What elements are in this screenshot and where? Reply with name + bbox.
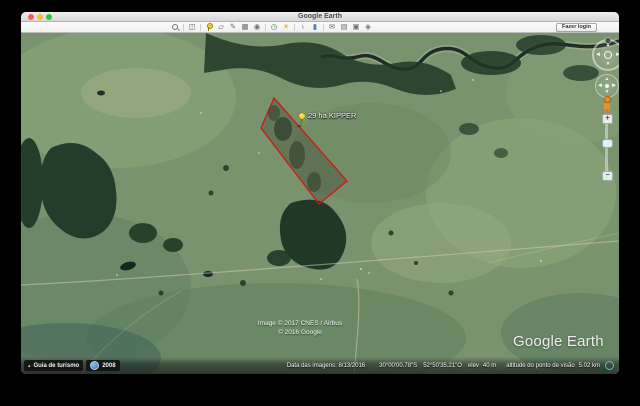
move-right-arrow[interactable]: ▶ (612, 84, 616, 89)
time-slider-pill[interactable]: 2008 (86, 360, 119, 371)
add-image-overlay-icon[interactable]: ▦ (239, 22, 251, 32)
status-bar: ▴ Guia de turismo 2008 Data das imagens:… (21, 357, 619, 374)
window-title: Google Earth (21, 12, 619, 22)
eye-altitude-value: 5.02 km (579, 363, 600, 369)
add-polygon-icon[interactable]: ▱ (215, 22, 227, 32)
elevation-label: elev (468, 363, 479, 369)
toggle-sidebar-icon[interactable]: ◫ (186, 22, 198, 32)
move-up-arrow[interactable]: ▲ (605, 77, 610, 82)
status-left-group: ▴ Guia de turismo 2008 (24, 360, 120, 371)
save-image-icon[interactable]: ▣ (350, 22, 362, 32)
look-down-arrow[interactable]: ▼ (606, 62, 611, 67)
look-center-eye[interactable] (604, 51, 612, 59)
placemark-label[interactable]: 29 ha KIPPER (308, 111, 356, 120)
streaming-indicator-icon (605, 361, 614, 370)
move-down-arrow[interactable]: ▼ (605, 90, 610, 95)
toolbar-separator (323, 24, 324, 31)
google-earth-watermark: Google Earth (513, 333, 604, 350)
close-button[interactable] (28, 14, 34, 20)
toolbar-separator (200, 24, 201, 31)
latitude-readout: 30°00'00.78"S (379, 363, 417, 369)
zoom-out-button[interactable]: − (602, 171, 613, 181)
fullscreen-button[interactable] (46, 14, 52, 20)
longitude-readout: 52°50'35.21"O (423, 363, 462, 369)
historical-clock-icon[interactable] (90, 361, 99, 370)
tour-guide-label: Guia de turismo (34, 363, 80, 369)
zoom-in-button[interactable]: + (602, 114, 613, 124)
add-placemark-icon[interactable] (203, 22, 215, 32)
switch-planets-icon[interactable]: ♄ (297, 22, 309, 32)
imagery-copyright: Image © 2017 CNES / Airbus © 2016 Google (240, 319, 360, 337)
map-viewport[interactable]: 29 ha KIPPER Image © 2017 CNES / Airbus … (21, 33, 619, 374)
copyright-line-2: © 2016 Google (240, 328, 360, 337)
imagery-date: Data das imagens: 8/13/2016 (287, 363, 365, 369)
print-icon[interactable]: ▤ (338, 22, 350, 32)
elevation-value: 40 m (483, 363, 496, 369)
toolbar-icons: ◫ ▱ ✎ ▦ ◉ ◷ ☀ ♄ ▮ ✉ ▤ ▣ ◈ (169, 22, 374, 32)
status-right-group: Data das imagens: 8/13/2016 30°00'00.78"… (287, 357, 614, 374)
move-joystick[interactable]: ▲ ▼ ◀ ▶ (595, 74, 619, 98)
search-icon[interactable] (169, 22, 181, 32)
sunlight-icon[interactable]: ☀ (280, 22, 292, 32)
window-controls (28, 14, 52, 20)
toolbar: ◫ ▱ ✎ ▦ ◉ ◷ ☀ ♄ ▮ ✉ ▤ ▣ ◈ Fazer login (21, 22, 619, 33)
pegman-legs (604, 109, 610, 113)
view-in-maps-icon[interactable]: ◈ (362, 22, 374, 32)
add-path-icon[interactable]: ✎ (227, 22, 239, 32)
expand-icon[interactable]: ▴ (28, 363, 31, 369)
look-joystick[interactable]: ▲ ▼ ◀ ▶ (592, 39, 619, 71)
historical-imagery-icon[interactable]: ◷ (268, 22, 280, 32)
toolbar-separator (265, 24, 266, 31)
look-right-arrow[interactable]: ▶ (616, 53, 619, 58)
ruler-icon[interactable]: ▮ (309, 22, 321, 32)
email-icon[interactable]: ✉ (326, 22, 338, 32)
pegman-head (604, 96, 611, 103)
google-earth-window: Google Earth ◫ ▱ ✎ ▦ ◉ ◷ ☀ ♄ ▮ ✉ (21, 12, 619, 374)
record-tour-icon[interactable]: ◉ (251, 22, 263, 32)
screenshot-background: Google Earth ◫ ▱ ✎ ▦ ◉ ◷ ☀ ♄ ▮ ✉ (0, 0, 640, 406)
titlebar[interactable]: Google Earth (21, 12, 619, 22)
look-left-arrow[interactable]: ◀ (596, 53, 600, 58)
toolbar-separator (294, 24, 295, 31)
eye-altitude-label: altitude do ponto de visão (506, 363, 574, 369)
tour-guide-toggle[interactable]: ▴ Guia de turismo (24, 360, 83, 371)
zoom-slider-thumb[interactable] (602, 139, 613, 148)
imagery-year: 2008 (102, 363, 115, 369)
look-up-arrow[interactable]: ▲ (606, 43, 611, 48)
move-center-dot[interactable] (605, 84, 609, 88)
pegman-icon[interactable] (602, 96, 612, 112)
toolbar-separator (183, 24, 184, 31)
minimize-button[interactable] (37, 14, 43, 20)
move-left-arrow[interactable]: ◀ (598, 84, 602, 89)
sign-in-button[interactable]: Fazer login (556, 23, 597, 32)
copyright-line-1: Image © 2017 CNES / Airbus (240, 319, 360, 328)
